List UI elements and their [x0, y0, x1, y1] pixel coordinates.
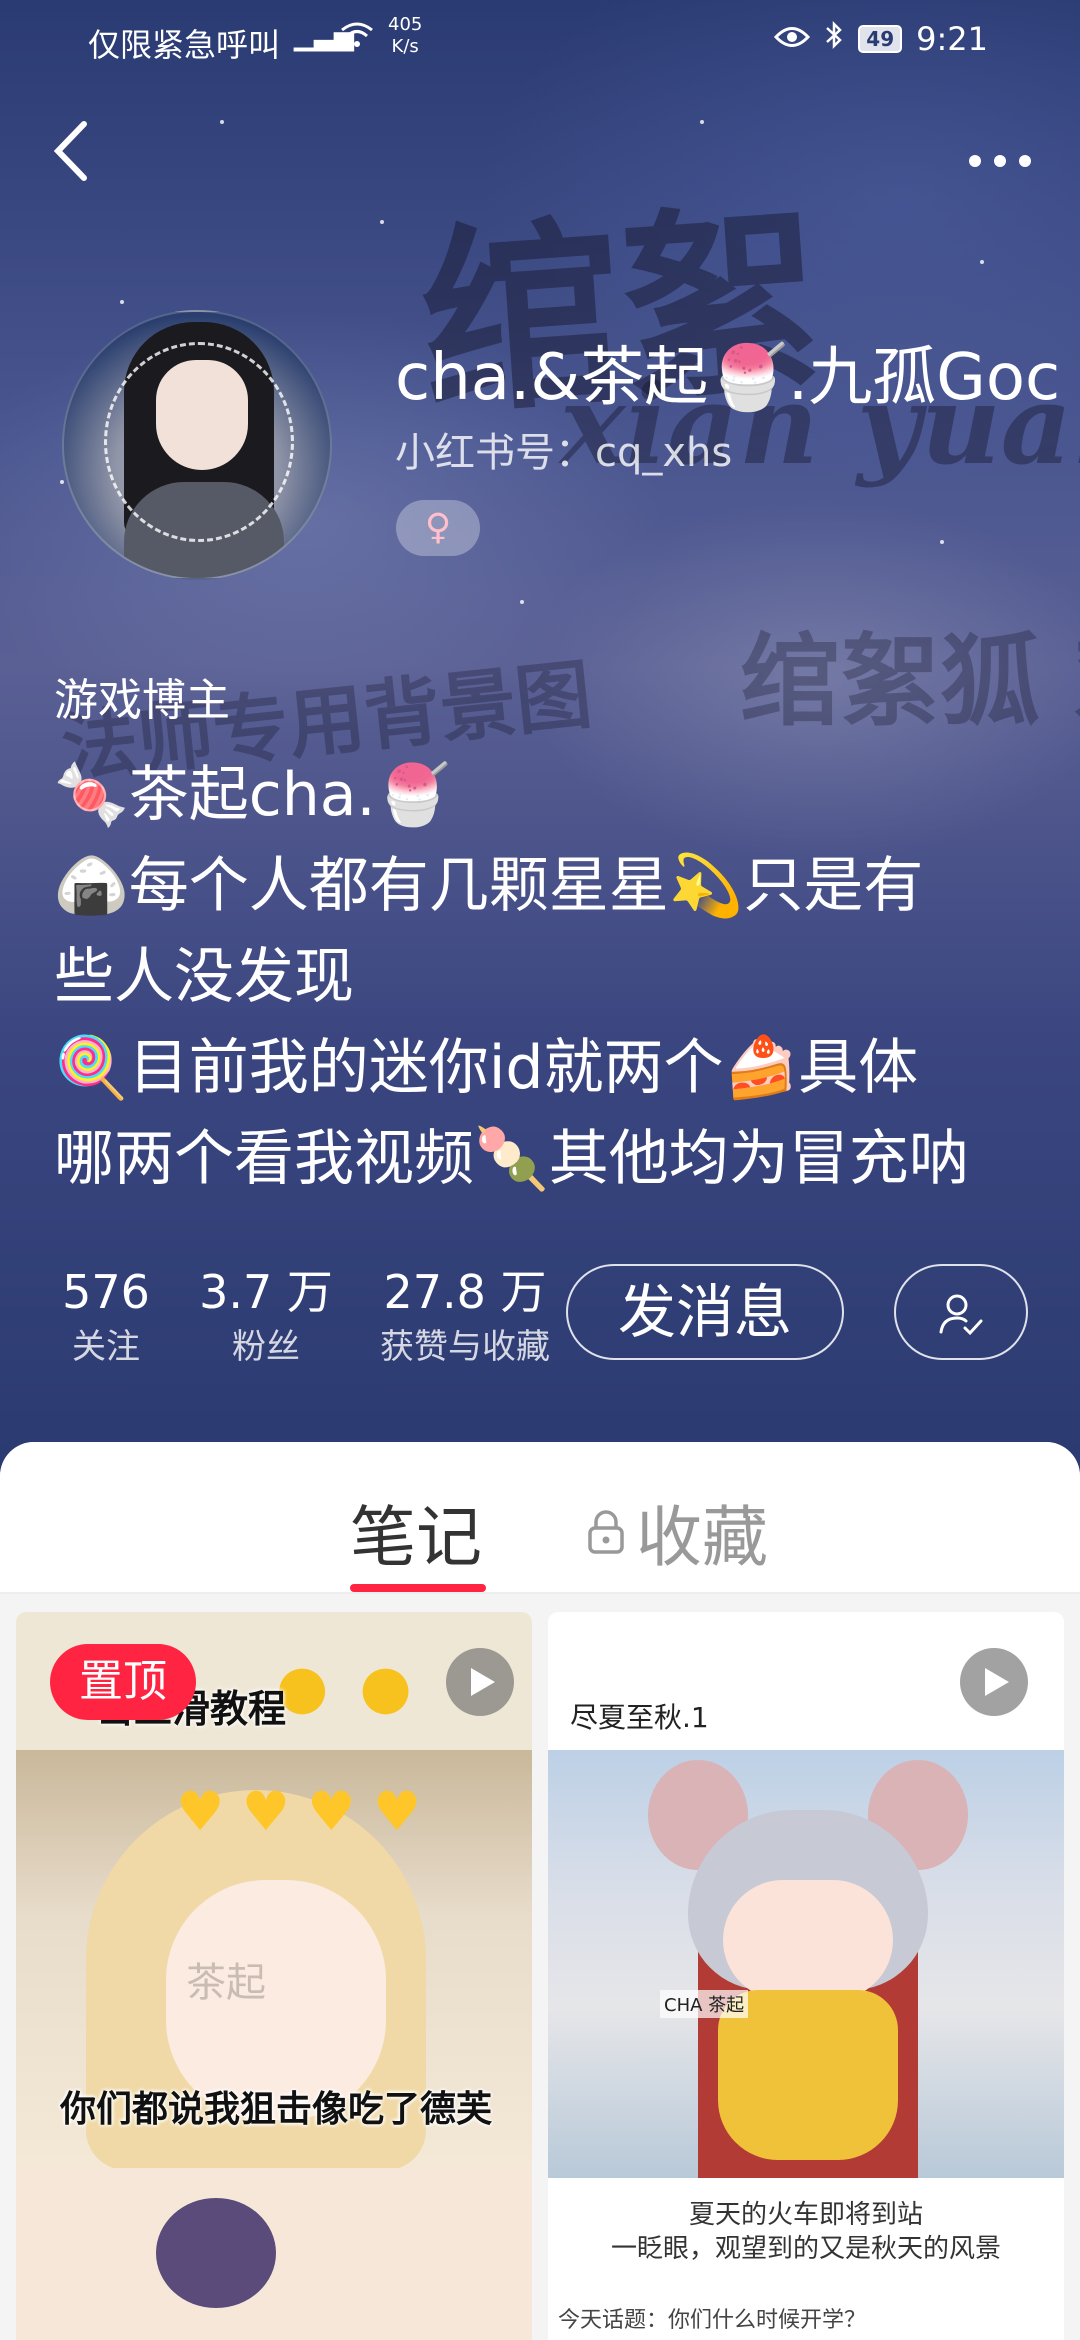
gender-badge: ♀	[396, 500, 480, 556]
tab-notes[interactable]: 笔记	[350, 1484, 486, 1592]
following-count: 576	[62, 1265, 150, 1319]
stat-followers[interactable]: 3.7 万 粉丝	[196, 1262, 336, 1372]
cover-title: 尽夏至秋.1	[570, 1701, 709, 1734]
cover-caption: 夏天的火车即将到站 一眨眼，观望到的又是秋天的风景	[548, 2198, 1064, 2266]
battery-indicator: 49	[858, 25, 903, 53]
bio-line: 🍭目前我的迷你id就两个🍰具体	[54, 1033, 919, 1103]
bluetooth-icon	[824, 20, 844, 58]
note-card[interactable]: ● ● 击丝滑教程 ♥ ♥ ♥ ♥ 茶起 你们都说我狙击像吃了德芙 置顶	[16, 1612, 532, 2340]
bio-line: 🍬茶起cha.🍧	[54, 760, 451, 830]
more-options-button[interactable]	[960, 130, 1040, 180]
network-speed: 405 K/s	[388, 14, 422, 58]
content-panel: 笔记 收藏 ● ● 击丝滑教程 ♥ ♥ ♥ ♥ 茶起 你们都说我狙击像吃了德芙	[0, 1442, 1080, 2340]
more-dots-icon	[969, 155, 1031, 167]
card-cover-image: ♥ ♥ ♥ ♥ 茶起 你们都说我狙击像吃了德芙	[16, 1750, 532, 2170]
eye-icon	[774, 20, 811, 58]
user-check-icon	[939, 1294, 983, 1336]
status-right: 49 9:21	[774, 20, 988, 58]
card-cover-image: CHA 茶起	[548, 1750, 1064, 2178]
send-message-button[interactable]: 发消息	[566, 1264, 844, 1360]
play-icon	[446, 1648, 514, 1716]
caption-line: 一眨眼，观望到的又是秋天的风景	[610, 2234, 1001, 2264]
card-cover-bottom	[16, 2168, 532, 2340]
profile-header-background: 绾絮 xian yuan 法师专用背景图 绾絮狐 欢迎你	[0, 0, 1080, 1480]
wifi-icon	[340, 20, 374, 58]
profile-bio: 🍬茶起cha.🍧 🍙每个人都有几颗星星💫只是有 些人没发现 🍭目前我的迷你id就…	[54, 750, 1044, 1205]
likes-label: 获赞与收藏	[380, 1327, 550, 1367]
cover-subtitle: 你们都说我狙击像吃了德芙	[60, 2089, 493, 2130]
tab-favorites-label: 收藏	[636, 1499, 768, 1576]
followed-button[interactable]	[894, 1264, 1028, 1360]
clock: 9:21	[916, 20, 988, 58]
bio-line: 些人没发现	[54, 942, 354, 1012]
active-tab-indicator	[350, 1584, 486, 1592]
network-speed-value: 405	[388, 14, 423, 35]
chevron-left-icon	[53, 121, 87, 181]
caption-line: 夏天的火车即将到站	[688, 2200, 923, 2230]
back-button[interactable]	[50, 118, 110, 188]
lock-icon	[588, 1510, 624, 1554]
bio-line: 🍙每个人都有几颗星星💫只是有	[54, 851, 924, 921]
followers-label: 粉丝	[232, 1327, 300, 1367]
note-card[interactable]: 尽夏至秋.1 CHA 茶起 夏天的火车即将到站 一眨眼，观望到的又是秋天的风景 …	[548, 1612, 1064, 2340]
bio-line: 哪两个看我视频🍡其他均为冒充呐	[54, 1124, 969, 1194]
tab-favorites[interactable]: 收藏	[586, 1484, 768, 1580]
tab-notes-label: 笔记	[350, 1499, 482, 1576]
network-speed-unit: K/s	[391, 36, 419, 57]
carrier-text: 仅限紧急呼叫	[88, 26, 281, 64]
cover-topic: 今天话题：你们什么时候开学？	[558, 2308, 867, 2333]
cover-watermark: 茶起	[186, 1960, 266, 2006]
pinned-badge: 置顶	[50, 1644, 196, 1720]
likes-count: 27.8 万	[383, 1265, 547, 1319]
followers-count: 3.7 万	[199, 1265, 333, 1319]
stat-following[interactable]: 576 关注	[60, 1262, 152, 1372]
profile-tabs: 笔记 收藏	[0, 1442, 1080, 1594]
background-calligraphy-side: 绾絮狐 欢迎你	[740, 622, 1080, 740]
status-bar: 仅限紧急呼叫 ▁▃▅ 405 K/s 49 9:21	[0, 0, 1080, 80]
user-id: 小红书号：cq_xhs	[395, 430, 733, 476]
following-label: 关注	[72, 1327, 140, 1367]
stat-likes[interactable]: 27.8 万 获赞与收藏	[370, 1262, 560, 1372]
profile-tag: 游戏博主	[54, 675, 230, 726]
avatar[interactable]	[62, 310, 332, 580]
play-icon	[960, 1648, 1028, 1716]
username: cha.&茶起🍧.九孤Goc	[395, 341, 1061, 415]
image-tag: CHA 茶起	[660, 1990, 749, 2018]
